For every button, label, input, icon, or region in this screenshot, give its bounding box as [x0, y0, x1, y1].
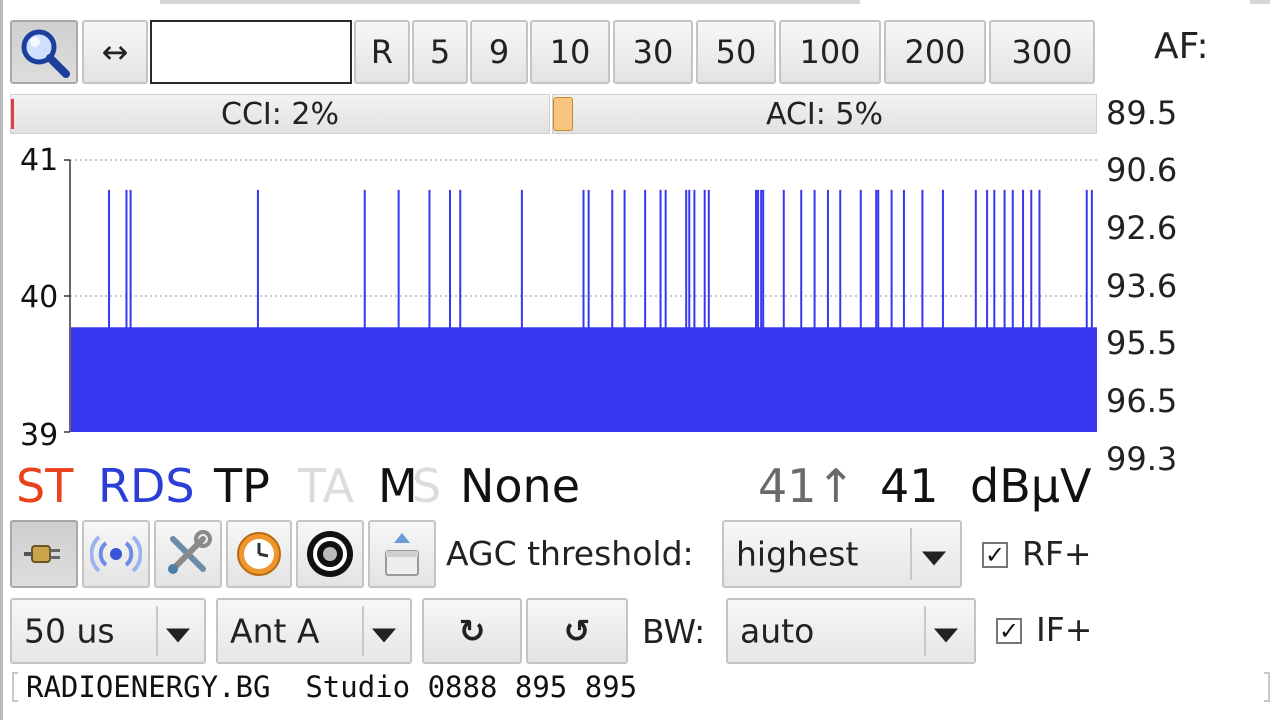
signal-unit: dBµV: [970, 459, 1092, 513]
signal-graph: [64, 159, 1097, 433]
step-5-button[interactable]: 5: [412, 20, 468, 84]
radiotext-left-bracket: [12, 672, 18, 702]
signal-level: 41: [880, 459, 939, 513]
radiotext-right-bracket: [1264, 672, 1270, 702]
ta-indicator: TA: [298, 459, 354, 513]
step-300-button[interactable]: 300: [989, 20, 1095, 84]
rds-button[interactable]: [82, 520, 150, 588]
rf-plus-checkbox[interactable]: ✓: [982, 542, 1008, 568]
aci-label: ACI: 5%: [765, 96, 884, 132]
window-top-edge-right: [1250, 0, 1270, 4]
magnifier-icon: [21, 29, 70, 78]
if-plus-checkbox[interactable]: ✓: [996, 618, 1022, 644]
connect-button[interactable]: [10, 520, 78, 588]
rotate-ccw-icon: ↺: [563, 612, 591, 650]
af-frequency[interactable]: 90.6: [1106, 151, 1177, 189]
rotate-cw-button[interactable]: ↻: [422, 598, 522, 664]
bandwidth-value: auto: [740, 611, 815, 651]
dropdown-separator: [924, 606, 926, 656]
button-r[interactable]: R: [354, 20, 410, 84]
rotate-ccw-button[interactable]: ↺: [526, 598, 628, 664]
af-frequency[interactable]: 92.6: [1106, 209, 1177, 247]
step-10-button[interactable]: 10: [530, 20, 610, 84]
search-button[interactable]: [10, 20, 78, 84]
tools-icon: [168, 530, 212, 574]
af-frequency[interactable]: 89.5: [1106, 94, 1177, 132]
chevron-down-icon: [934, 612, 958, 651]
af-frequency[interactable]: 93.6: [1106, 267, 1177, 305]
step-9-button[interactable]: 9: [470, 20, 528, 84]
af-frequency[interactable]: 95.5: [1106, 324, 1177, 362]
y-tick-label: 39: [20, 418, 59, 453]
step-50-button[interactable]: 50: [696, 20, 776, 84]
record-disc-icon: [307, 531, 353, 577]
y-tick-label: 41: [20, 143, 59, 178]
eject-icon: [385, 533, 419, 576]
step-100-button[interactable]: 100: [779, 20, 881, 84]
record-button[interactable]: [296, 520, 364, 588]
window-top-edge: [160, 0, 860, 4]
step-200-button[interactable]: 200: [884, 20, 986, 84]
bandwidth-label: BW:: [642, 612, 706, 651]
eject-button[interactable]: [368, 520, 436, 588]
aci-meter-fill: [553, 97, 574, 131]
rf-plus-label: RF+: [1022, 534, 1092, 573]
deemphasis-value: 50 us: [24, 611, 115, 651]
cci-label: CCI: 2%: [221, 96, 339, 132]
rds-signal-icon: [90, 535, 142, 573]
stereo-indicator: ST: [16, 459, 74, 513]
swap-button[interactable]: ↔: [82, 20, 148, 84]
frequency-input[interactable]: [150, 20, 352, 84]
agc-threshold-select[interactable]: highest: [722, 520, 962, 588]
dropdown-separator: [362, 606, 364, 656]
chevron-down-icon: [166, 612, 190, 651]
antenna-value: Ant A: [230, 611, 320, 651]
rotate-cw-icon: ↻: [458, 612, 486, 650]
chevron-down-icon: [372, 612, 396, 651]
step-30-button[interactable]: 30: [613, 20, 693, 84]
settings-button[interactable]: [154, 520, 222, 588]
scheduler-button[interactable]: [226, 520, 292, 588]
tp-indicator: TP: [214, 459, 270, 513]
cci-meter-fill: [11, 99, 14, 129]
deemphasis-select[interactable]: 50 us: [10, 598, 206, 664]
dropdown-separator: [910, 528, 912, 580]
y-tick-label: 40: [20, 280, 59, 315]
antenna-select[interactable]: Ant A: [216, 598, 412, 664]
radiotext: RADIOENERGY.BG Studio 0888 895 895: [26, 670, 638, 704]
cci-meter: CCI: 2%: [10, 94, 550, 134]
pty-label: None: [460, 459, 581, 513]
af-label: AF:: [1154, 26, 1209, 67]
plug-icon: [24, 545, 60, 563]
agc-threshold-label: AGC threshold:: [446, 534, 694, 573]
rds-indicator: RDS: [98, 459, 195, 513]
aci-meter: ACI: 5%: [552, 94, 1097, 134]
swap-icon: ↔: [101, 33, 129, 71]
dropdown-separator: [156, 606, 158, 656]
af-frequency[interactable]: 99.3: [1106, 440, 1177, 478]
if-plus-label: IF+: [1036, 610, 1093, 649]
chevron-down-icon: [922, 535, 946, 574]
clock-icon: [237, 532, 281, 576]
af-frequency[interactable]: 96.5: [1106, 382, 1177, 420]
speech-indicator: S: [412, 459, 442, 513]
agc-threshold-value: highest: [736, 534, 859, 574]
max-signal-level: 41↑: [758, 459, 856, 513]
bandwidth-select[interactable]: auto: [726, 598, 976, 664]
window-left-border: [0, 0, 3, 720]
signal-area: [71, 327, 1097, 432]
